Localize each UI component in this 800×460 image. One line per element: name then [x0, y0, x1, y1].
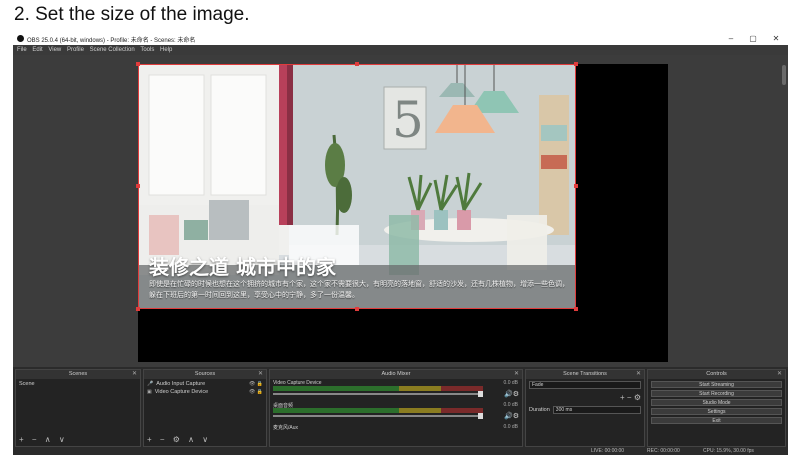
volume-slider-knob[interactable]: [478, 413, 483, 419]
dock-close-icon[interactable]: ✕: [514, 370, 519, 379]
menu-file[interactable]: File: [17, 45, 27, 55]
start-streaming-button[interactable]: Start Streaming: [651, 381, 782, 388]
studio-mode-button[interactable]: Studio Mode: [651, 399, 782, 406]
scene-transitions-dock: Scene Transitions ✕ Fade + − ⚙ Duration 3…: [525, 369, 645, 447]
menu-tools[interactable]: Tools: [140, 45, 154, 55]
sources-dock: Sources ✕ 🎤 Audio Input Capture 👁 🔒 ▣ Vid…: [143, 369, 267, 447]
volume-slider[interactable]: [273, 415, 483, 417]
close-button[interactable]: ✕: [770, 34, 782, 43]
image-headline: 装修之道 城市中的家: [149, 255, 336, 279]
resize-handle-bottom-left[interactable]: [136, 307, 140, 311]
obs-window: OBS 25.0.4 (64-bit, windows) - Profile: …: [13, 32, 788, 455]
channel-db: 0.0 dB: [503, 424, 518, 430]
scenes-dock-title: Scenes ✕: [16, 370, 140, 379]
menu-profile[interactable]: Profile: [67, 45, 84, 55]
minimize-button[interactable]: –: [725, 34, 737, 43]
controls-dock: Controls ✕ Start Streaming Start Recordin…: [647, 369, 786, 447]
image-subtext: 即使是在忙碌的时候也想在这个拥挤的城市有个家，这个家不需要很大，有明亮的落地窗，…: [149, 281, 569, 299]
transition-type-select[interactable]: Fade: [529, 381, 641, 389]
sources-toolbar[interactable]: + − ⚙ ∧ ∨: [147, 435, 211, 444]
duration-label: Duration: [529, 407, 550, 413]
controls-dock-title: Controls ✕: [648, 370, 785, 379]
exit-button[interactable]: Exit: [651, 417, 782, 424]
resize-handle-top[interactable]: [355, 62, 359, 66]
sources-dock-title: Sources ✕: [144, 370, 266, 379]
mixer-channel: 桌面音频 0.0 dB 🔊⚙: [270, 401, 522, 423]
volume-meter: [273, 408, 483, 413]
visibility-icon[interactable]: 👁 🔒: [249, 380, 263, 388]
status-bar: LIVE: 00:00:00 REC: 00:00:00 CPU: 15.9%,…: [13, 447, 788, 455]
resize-handle-bottom-right[interactable]: [574, 307, 578, 311]
maximize-button[interactable]: ▢: [747, 34, 759, 43]
scenes-toolbar[interactable]: + − ∧ ∨: [19, 435, 68, 444]
duration-input[interactable]: 300 ms: [552, 406, 641, 414]
transition-add-remove-icon[interactable]: + − ⚙: [620, 393, 641, 402]
channel-db: 0.0 dB: [503, 402, 518, 408]
resize-handle-left[interactable]: [136, 184, 140, 188]
channel-db: 0.0 dB: [503, 380, 518, 386]
visibility-icon[interactable]: 👁 🔒: [249, 388, 263, 396]
dock-close-icon[interactable]: ✕: [777, 370, 782, 379]
image-source[interactable]: 5 装修之道 城市中的家 即使是在忙碌的时候也想在这个拥挤的城市有个家，这个家不…: [138, 64, 576, 309]
scenes-dock: Scenes ✕ Scene + − ∧ ∨: [15, 369, 141, 447]
cpu-status: CPU: 15.9%, 30.00 fps: [703, 448, 754, 454]
obs-logo-icon: [17, 35, 24, 42]
source-item[interactable]: 🎤 Audio Input Capture 👁 🔒: [147, 380, 263, 388]
page-caption: 2. Set the size of the image.: [14, 4, 250, 25]
live-status: LIVE: 00:00:00: [591, 448, 625, 454]
docks-area: Scenes ✕ Scene + − ∧ ∨ Sources ✕ 🎤 Audio I…: [13, 369, 788, 447]
preview-scrollbar[interactable]: [782, 65, 786, 85]
mixer-channel: Video Capture Device 0.0 dB 🔊⚙: [270, 379, 522, 401]
menu-view[interactable]: View: [48, 45, 61, 55]
audio-mixer-dock: Audio Mixer ✕ Video Capture Device 0.0 dB…: [269, 369, 523, 447]
resize-handle-right[interactable]: [574, 184, 578, 188]
speaker-gear-icon[interactable]: 🔊⚙: [504, 390, 519, 398]
wall-number-art: 5: [392, 91, 424, 149]
preview-area[interactable]: 5 装修之道 城市中的家 即使是在忙碌的时候也想在这个拥挤的城市有个家，这个家不…: [13, 55, 788, 367]
window-title: OBS 25.0.4 (64-bit, windows) - Profile: …: [27, 38, 196, 44]
start-recording-button[interactable]: Start Recording: [651, 390, 782, 397]
scene-item[interactable]: Scene: [19, 380, 137, 388]
menu-help[interactable]: Help: [160, 45, 172, 55]
volume-slider-knob[interactable]: [478, 391, 483, 397]
rec-status: REC: 00:00:00: [647, 448, 680, 454]
volume-meter: [273, 386, 483, 391]
resize-handle-bottom[interactable]: [355, 307, 359, 311]
dock-close-icon[interactable]: ✕: [258, 370, 263, 379]
menu-scene-collection[interactable]: Scene Collection: [90, 45, 135, 55]
speaker-gear-icon[interactable]: 🔊⚙: [504, 412, 519, 420]
resize-handle-top-right[interactable]: [574, 62, 578, 66]
microphone-icon: 🎤: [147, 381, 154, 387]
title-bar: OBS 25.0.4 (64-bit, windows) - Profile: …: [13, 32, 788, 45]
channel-name: 麦克风/Aux: [273, 425, 299, 431]
resize-handle-top-left[interactable]: [136, 62, 140, 66]
transitions-dock-title: Scene Transitions ✕: [526, 370, 644, 379]
dock-close-icon[interactable]: ✕: [132, 370, 137, 379]
source-item[interactable]: ▣ Video Capture Device 👁 🔒: [147, 388, 263, 396]
dock-close-icon[interactable]: ✕: [636, 370, 641, 379]
camera-icon: ▣: [147, 389, 152, 395]
menu-edit[interactable]: Edit: [32, 45, 42, 55]
audio-mixer-dock-title: Audio Mixer ✕: [270, 370, 522, 379]
menu-bar: File Edit View Profile Scene Collection …: [13, 45, 788, 55]
volume-slider[interactable]: [273, 393, 483, 395]
mixer-channel: 麦克风/Aux 0.0 dB: [270, 423, 522, 445]
settings-button[interactable]: Settings: [651, 408, 782, 415]
